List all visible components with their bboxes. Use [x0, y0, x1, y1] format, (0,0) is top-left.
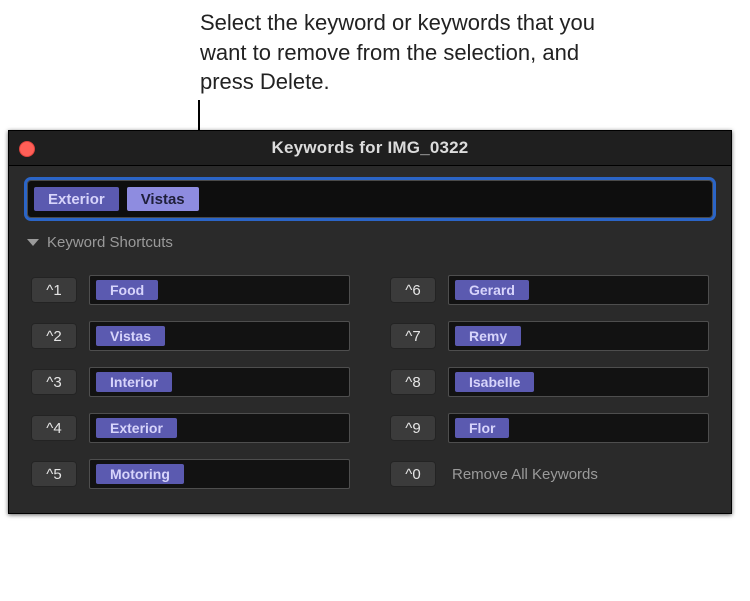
keyword-shortcuts-header[interactable]: Keyword Shortcuts — [9, 228, 731, 261]
remove-all-keywords-label[interactable]: Remove All Keywords — [448, 466, 598, 483]
shortcut-key-button[interactable]: ^4 — [31, 415, 77, 441]
slot-tag-label: Motoring — [110, 466, 170, 482]
slot-tag-label: Isabelle — [469, 374, 520, 390]
shortcut-key-label: ^1 — [46, 282, 61, 299]
shortcut-grid: ^1 Food ^6 Gerard — [9, 261, 731, 513]
help-callout-text: Select the keyword or keywords that you … — [200, 10, 595, 94]
slot-tag[interactable]: Isabelle — [455, 372, 534, 392]
slot-tag[interactable]: Vistas — [96, 326, 165, 346]
shortcut-key-label: ^6 — [405, 282, 420, 299]
slot-tag-label: Remy — [469, 328, 507, 344]
shortcut-row: ^4 Exterior — [31, 413, 350, 443]
keyword-tag-label: Exterior — [48, 191, 105, 208]
shortcut-key-button[interactable]: ^2 — [31, 323, 77, 349]
slot-tag[interactable]: Gerard — [455, 280, 529, 300]
slot-tag-label: Flor — [469, 420, 495, 436]
shortcut-key-label: ^0 — [405, 466, 420, 483]
disclosure-triangle-icon — [27, 239, 39, 246]
keyword-input-field[interactable]: Exterior Vistas — [27, 180, 713, 218]
titlebar: Keywords for IMG_0322 — [9, 131, 731, 166]
shortcut-slot[interactable]: Flor — [448, 413, 709, 443]
shortcut-key-label: ^8 — [405, 374, 420, 391]
keyword-tag[interactable]: Exterior — [34, 187, 119, 211]
keyword-field-wrap: Exterior Vistas — [27, 180, 713, 218]
slot-tag-label: Gerard — [469, 282, 515, 298]
slot-tag[interactable]: Motoring — [96, 464, 184, 484]
keywords-window: Keywords for IMG_0322 Exterior Vistas Ke… — [8, 130, 732, 514]
shortcut-key-button[interactable]: ^9 — [390, 415, 436, 441]
slot-tag-label: Interior — [110, 374, 158, 390]
shortcut-key-button[interactable]: ^6 — [390, 277, 436, 303]
shortcut-key-button[interactable]: ^0 — [390, 461, 436, 487]
shortcut-slot[interactable]: Gerard — [448, 275, 709, 305]
shortcut-key-button[interactable]: ^3 — [31, 369, 77, 395]
shortcut-row: ^1 Food — [31, 275, 350, 305]
shortcut-key-label: ^3 — [46, 374, 61, 391]
close-button[interactable] — [19, 141, 35, 157]
slot-tag[interactable]: Interior — [96, 372, 172, 392]
shortcut-row: ^7 Remy — [390, 321, 709, 351]
slot-tag[interactable]: Exterior — [96, 418, 177, 438]
shortcut-key-label: ^4 — [46, 420, 61, 437]
slot-tag-label: Vistas — [110, 328, 151, 344]
shortcut-key-button[interactable]: ^7 — [390, 323, 436, 349]
shortcut-slot[interactable]: Exterior — [89, 413, 350, 443]
keyword-tag-selected[interactable]: Vistas — [127, 187, 199, 211]
shortcut-row: ^5 Motoring — [31, 459, 350, 489]
shortcut-slot[interactable]: Motoring — [89, 459, 350, 489]
shortcut-row: ^8 Isabelle — [390, 367, 709, 397]
shortcut-slot[interactable]: Food — [89, 275, 350, 305]
shortcut-key-button[interactable]: ^8 — [390, 369, 436, 395]
shortcut-key-label: ^5 — [46, 466, 61, 483]
shortcut-row: ^0 Remove All Keywords — [390, 459, 709, 489]
keyword-tag-label: Vistas — [141, 191, 185, 208]
shortcut-row: ^6 Gerard — [390, 275, 709, 305]
shortcut-slot[interactable]: Interior — [89, 367, 350, 397]
window-title: Keywords for IMG_0322 — [272, 138, 469, 158]
shortcut-key-button[interactable]: ^1 — [31, 277, 77, 303]
help-callout: Select the keyword or keywords that you … — [200, 8, 610, 97]
slot-tag[interactable]: Food — [96, 280, 158, 300]
shortcut-row: ^9 Flor — [390, 413, 709, 443]
shortcut-slot[interactable]: Remy — [448, 321, 709, 351]
slot-tag[interactable]: Remy — [455, 326, 521, 346]
section-header-label: Keyword Shortcuts — [47, 234, 173, 251]
slot-tag-label: Exterior — [110, 420, 163, 436]
shortcut-key-button[interactable]: ^5 — [31, 461, 77, 487]
slot-tag[interactable]: Flor — [455, 418, 509, 438]
shortcut-key-label: ^7 — [405, 328, 420, 345]
shortcut-slot[interactable]: Isabelle — [448, 367, 709, 397]
slot-tag-label: Food — [110, 282, 144, 298]
shortcut-row: ^3 Interior — [31, 367, 350, 397]
shortcut-key-label: ^9 — [405, 420, 420, 437]
shortcut-key-label: ^2 — [46, 328, 61, 345]
shortcut-slot[interactable]: Vistas — [89, 321, 350, 351]
shortcut-row: ^2 Vistas — [31, 321, 350, 351]
